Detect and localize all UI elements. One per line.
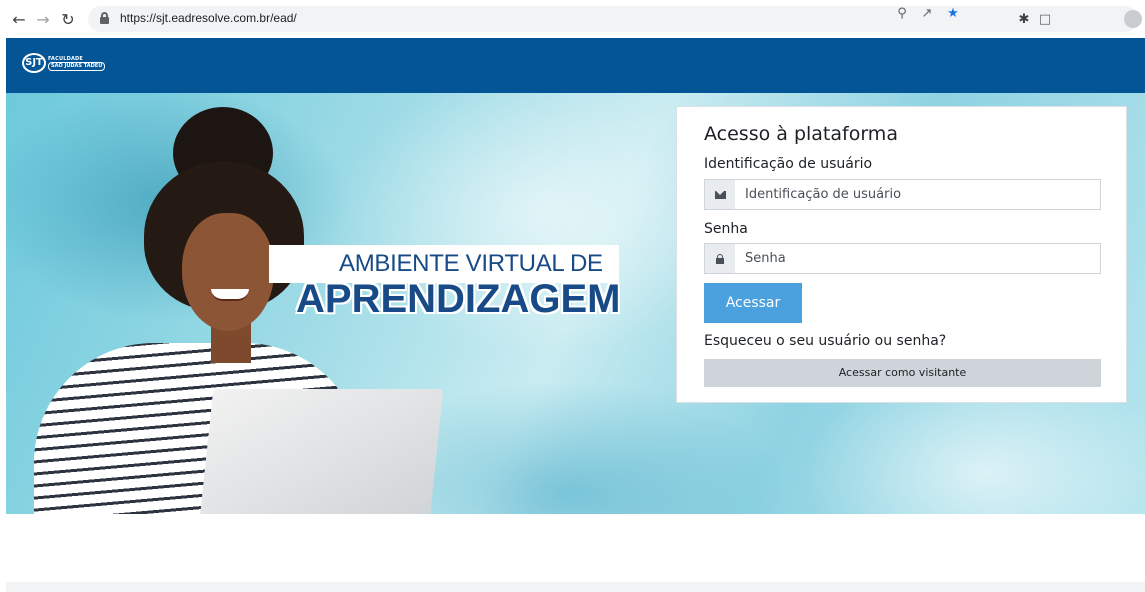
face xyxy=(182,213,274,331)
password-input[interactable] xyxy=(735,244,1100,273)
reload-icon[interactable]: ↻ xyxy=(57,8,79,30)
envelope-icon xyxy=(705,180,735,209)
tagline-main: APRENDIZAGEM xyxy=(296,277,621,321)
login-card: Acesso à plataforma Identificação de usu… xyxy=(676,106,1127,403)
logo-line2: SÃO JUDAS TADEU xyxy=(48,61,106,71)
back-arrow-icon[interactable]: ← xyxy=(8,8,30,30)
password-input-group xyxy=(704,243,1101,274)
smile xyxy=(211,289,249,301)
logo-mark: SJT xyxy=(22,53,46,73)
lock-icon xyxy=(705,244,735,273)
tagline-top-text: AMBIENTE VIRTUAL DE xyxy=(339,250,603,277)
guest-access-button[interactable]: Acessar como visitante xyxy=(704,359,1101,387)
login-title: Acesso à plataforma xyxy=(704,123,898,145)
address-bar[interactable]: https://sjt.eadresolve.com.br/ead/ xyxy=(88,6,1138,32)
browser-toolbar: ← → ↻ https://sjt.eadresolve.com.br/ead/… xyxy=(0,0,1145,38)
url-text[interactable]: https://sjt.eadresolve.com.br/ead/ xyxy=(120,11,297,25)
username-input[interactable] xyxy=(735,180,1100,209)
password-label: Senha xyxy=(704,221,748,237)
site-header: SJT FACULDADE SÃO JUDAS TADEU xyxy=(6,38,1145,93)
share-icon[interactable]: ↗ xyxy=(918,5,936,23)
forgot-password-link[interactable]: Esqueceu o seu usuário ou senha? xyxy=(704,333,946,349)
laptop xyxy=(198,389,444,514)
zoom-icon[interactable]: ⚲ xyxy=(893,5,911,23)
logo-text: FACULDADE SÃO JUDAS TADEU xyxy=(48,55,106,71)
side-panel-icon[interactable]: □ xyxy=(1036,11,1054,29)
footer-band xyxy=(6,582,1145,592)
profile-avatar-icon[interactable] xyxy=(1124,10,1142,28)
username-label: Identificação de usuário xyxy=(704,156,873,172)
bookmark-star-icon[interactable]: ★ xyxy=(944,5,962,23)
username-input-group xyxy=(704,179,1101,210)
lock-icon xyxy=(100,12,109,24)
site-logo[interactable]: SJT FACULDADE SÃO JUDAS TADEU xyxy=(22,53,106,73)
login-button[interactable]: Acessar xyxy=(704,283,802,323)
extensions-puzzle-icon[interactable]: ✱ xyxy=(1015,11,1033,29)
logo-line1: FACULDADE xyxy=(48,55,84,62)
forward-arrow-icon[interactable]: → xyxy=(32,8,54,30)
